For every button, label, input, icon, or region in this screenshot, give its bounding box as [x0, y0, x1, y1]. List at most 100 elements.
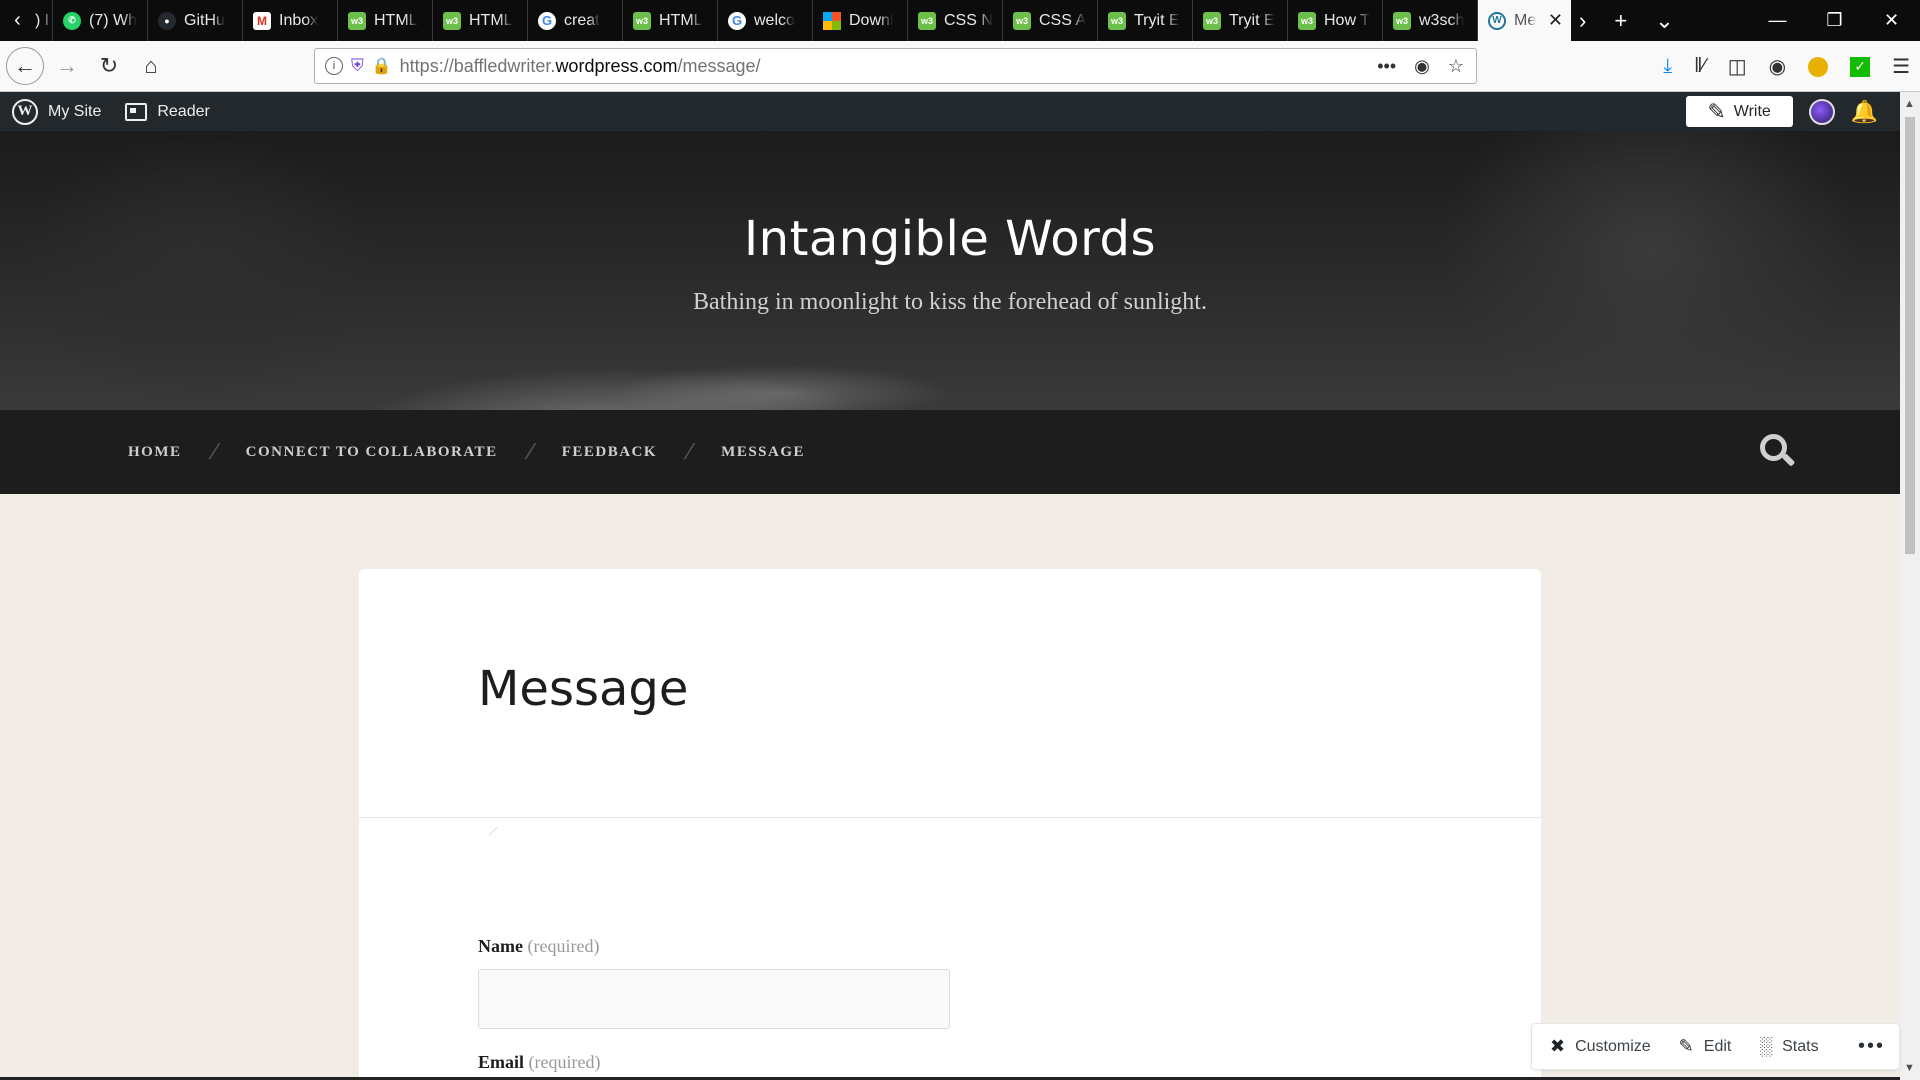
browser-tab[interactable]: w3 CSS A — [1003, 0, 1098, 41]
github-icon: ● — [158, 11, 176, 30]
new-tab-icon[interactable]: + — [1614, 8, 1627, 34]
restore-icon[interactable]: ❐ — [1806, 10, 1863, 31]
scrollbar-thumb[interactable] — [1905, 117, 1915, 554]
url-bar[interactable]: i ⛨ 🔒 https://baffledwriter.wordpress.co… — [314, 48, 1477, 84]
tab-label: CSS A — [1039, 11, 1087, 29]
menu-item-message[interactable]: Message — [721, 444, 805, 461]
site-header-image: Intangible Words Bathing in moonlight to… — [0, 131, 1900, 410]
w3schools-icon: w3 — [1298, 11, 1316, 30]
page-title: Message — [478, 661, 689, 717]
menu-separator: / — [522, 439, 538, 464]
menu-item-feedback[interactable]: Feedback — [562, 444, 657, 461]
my-site-link[interactable]: W My Site — [12, 98, 102, 125]
pencil-icon: ✎ — [1678, 1036, 1694, 1056]
more-options-icon[interactable]: ••• — [1858, 1035, 1885, 1058]
w3schools-icon: w3 — [348, 11, 366, 30]
reload-icon[interactable]: ↻ — [90, 47, 128, 85]
browser-tab[interactable]: ✆ (7) Wh — [53, 0, 148, 41]
tab-label: welco — [754, 11, 795, 29]
stats-button[interactable]: ░ Stats — [1759, 1036, 1818, 1057]
browser-tab[interactable]: w3 HTML — [338, 0, 433, 41]
tab-label: How T — [1324, 11, 1370, 29]
browser-tab[interactable]: G welco — [718, 0, 813, 41]
lock-icon[interactable]: 🔒 — [372, 56, 392, 76]
url-host: wordpress.com — [555, 55, 678, 76]
home-icon[interactable]: ⌂ — [132, 47, 170, 85]
close-tab-icon[interactable]: ✕ — [1548, 10, 1563, 31]
menu-hamburger-icon[interactable]: ☰ — [1892, 54, 1910, 79]
tab-label: (7) Wh — [89, 11, 137, 29]
site-title[interactable]: Intangible Words — [0, 211, 1900, 267]
divider-accent — [488, 826, 499, 836]
notifications-bell-icon[interactable]: 🔔 — [1851, 99, 1878, 125]
search-icon[interactable] — [1760, 434, 1796, 468]
bar-chart-icon: ░ — [1759, 1036, 1773, 1056]
browser-tab[interactable]: w3 HTML — [433, 0, 528, 41]
forward-icon[interactable]: → — [48, 47, 86, 85]
browser-tab[interactable]: Downl — [813, 0, 908, 41]
page-actions-icon[interactable]: ••• — [1377, 56, 1396, 77]
browser-tab[interactable]: ● GitHu — [148, 0, 243, 41]
extension-check-icon[interactable]: ✓ — [1850, 56, 1871, 77]
browser-tab[interactable]: G creat — [528, 0, 623, 41]
wp-admin-bar: W My Site Reader ✎ Write 🔔 — [0, 92, 1900, 131]
main-navigation: Home / Connect to Collaborate / Feedback… — [0, 410, 1900, 494]
name-field[interactable] — [478, 969, 950, 1029]
w3schools-icon: w3 — [1108, 11, 1126, 30]
close-window-icon[interactable]: ✕ — [1863, 10, 1920, 31]
tracking-shield-icon[interactable]: ⛨ — [351, 56, 364, 76]
tab-label: CSS N — [944, 11, 993, 29]
menu-item-home[interactable]: Home — [128, 444, 182, 461]
avatar[interactable] — [1808, 98, 1835, 125]
extension-icon[interactable] — [1808, 56, 1829, 77]
w3schools-icon: w3 — [443, 11, 461, 30]
browser-tab[interactable]: ) I — [35, 0, 53, 41]
browser-toolbar: ← → ↻ ⌂ i ⛨ 🔒 https://baffledwriter.word… — [0, 41, 1920, 92]
browser-tab[interactable]: w3 Tryit E — [1098, 0, 1193, 41]
reader-link[interactable]: Reader — [125, 102, 210, 121]
menu-item-connect-to-collaborate[interactable]: Connect to Collaborate — [246, 444, 498, 461]
list-tabs-icon[interactable]: ⌄ — [1655, 8, 1673, 34]
customize-button[interactable]: ✖ Customize — [1550, 1036, 1651, 1057]
pocket-icon[interactable]: ◉ — [1414, 56, 1430, 77]
page-info-icon[interactable]: i — [325, 57, 343, 75]
downloads-icon[interactable]: ⤓ — [1663, 55, 1672, 78]
browser-tab[interactable]: w3 Tryit E — [1193, 0, 1288, 41]
browser-tab[interactable]: w3 HTML — [623, 0, 718, 41]
w3schools-icon: w3 — [633, 11, 651, 30]
scroll-down-icon[interactable]: ▼ — [1904, 1062, 1915, 1074]
sidebar-icon[interactable]: ◫ — [1728, 54, 1747, 79]
google-icon: G — [728, 11, 746, 30]
browser-tab[interactable]: w3 How T — [1288, 0, 1383, 41]
bookmark-star-icon[interactable]: ☆ — [1448, 56, 1464, 77]
floating-action-bar: ✖ Customize ✎ Edit ░ Stats ••• — [1532, 1024, 1899, 1069]
stats-label: Stats — [1782, 1037, 1819, 1055]
url-text: https://baffledwriter.wordpress.com/mess… — [400, 56, 761, 77]
site-tagline: Bathing in moonlight to kiss the forehea… — [693, 289, 1207, 315]
library-icon[interactable]: ‖∕ — [1694, 55, 1706, 78]
write-icon: ✎ — [1707, 98, 1726, 124]
account-icon[interactable]: ◉ — [1769, 54, 1786, 79]
my-site-label: My Site — [48, 102, 102, 120]
page-scrollbar[interactable]: ▲ ▼ — [1900, 92, 1920, 1080]
browser-tab-active[interactable]: W Me ✕ — [1478, 0, 1571, 41]
w3schools-icon: w3 — [1013, 11, 1031, 30]
browser-tab[interactable]: w3 CSS N — [908, 0, 1003, 41]
content-card: Message Name (required) Email (required) — [359, 569, 1541, 1080]
tab-label: Tryit E — [1229, 11, 1275, 29]
url-path: /message/ — [677, 55, 761, 76]
browser-tab[interactable]: M Inbox — [243, 0, 338, 41]
edit-label: Edit — [1703, 1037, 1732, 1055]
tabs-scroll-right-icon[interactable]: › — [1579, 8, 1586, 34]
edit-button[interactable]: ✎ Edit — [1679, 1036, 1732, 1057]
minimize-icon[interactable]: — — [1749, 10, 1806, 31]
back-icon[interactable]: ← — [6, 47, 44, 85]
tab-label: Inbox — [279, 11, 319, 29]
tabs-scroll-left-icon[interactable]: ‹ — [0, 0, 35, 41]
tab-label: Me — [1514, 11, 1537, 29]
write-button[interactable]: ✎ Write — [1685, 96, 1793, 127]
scroll-up-icon[interactable]: ▲ — [1904, 98, 1915, 110]
tab-label: HTML — [469, 11, 513, 29]
tab-label: GitHu — [184, 11, 225, 29]
browser-tab[interactable]: w3 w3sch — [1383, 0, 1478, 41]
